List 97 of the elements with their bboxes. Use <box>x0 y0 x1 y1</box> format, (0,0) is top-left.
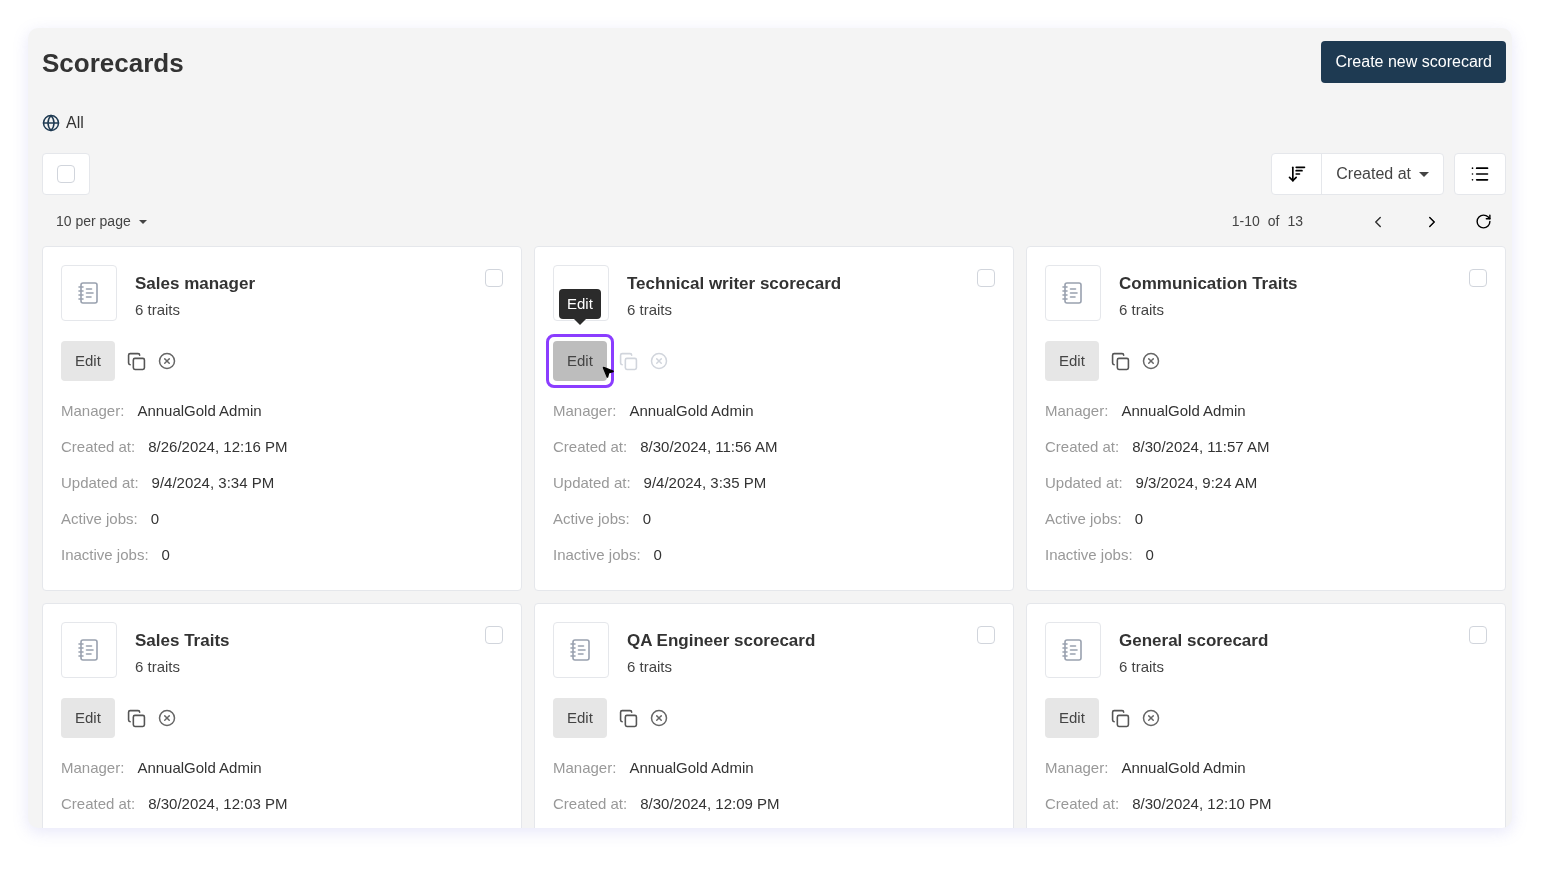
remove-icon[interactable] <box>1141 709 1160 727</box>
notepad-icon <box>569 638 593 662</box>
field-value: 8/26/2024, 12:16 PM <box>148 437 288 457</box>
notepad-icon <box>77 281 101 305</box>
field-label: Manager: <box>553 401 617 421</box>
field-label: Manager: <box>1045 758 1109 778</box>
filter-label[interactable]: All <box>66 111 84 135</box>
notepad-icon <box>1061 281 1085 305</box>
traits-count: 6 traits <box>627 300 673 320</box>
field-value: AnnualGold Admin <box>1121 758 1246 778</box>
list-view-button[interactable] <box>1454 153 1506 195</box>
edit-button[interactable]: Edit <box>553 698 607 738</box>
scorecard-title: Sales Traits <box>135 630 231 652</box>
field-label: Manager: <box>1045 401 1109 421</box>
field-value: 0 <box>642 509 652 529</box>
field-value: 9/4/2024, 3:35 PM <box>643 473 767 493</box>
field-label: Manager: <box>61 401 125 421</box>
field-value: AnnualGold Admin <box>629 401 754 421</box>
field-value: 8/30/2024, 12:03 PM <box>148 794 288 814</box>
field-value: 9/4/2024, 3:34 PM <box>151 473 275 493</box>
field-value: 0 <box>653 545 662 565</box>
create-button[interactable]: Create new scorecard <box>1321 40 1506 83</box>
copy-icon[interactable] <box>126 351 146 371</box>
scorecard-title: QA Engineer scorecard <box>627 630 817 652</box>
edit-button[interactable]: Edit <box>1045 341 1099 381</box>
checkbox[interactable] <box>977 269 995 287</box>
copy-icon[interactable] <box>618 708 638 728</box>
field-value: 8/30/2024, 11:56 AM <box>640 437 778 457</box>
copy-icon[interactable] <box>1110 351 1130 371</box>
cursor-icon <box>601 365 615 379</box>
checkbox[interactable] <box>57 165 75 183</box>
checkbox[interactable] <box>485 269 503 287</box>
traits-count: 6 traits <box>135 300 181 320</box>
field-value: AnnualGold Admin <box>137 758 262 778</box>
field-label: Created at: <box>61 794 136 814</box>
field-value: AnnualGold Admin <box>1121 401 1246 421</box>
page-total: 13 <box>1287 212 1303 231</box>
edit-button[interactable]: Edit <box>61 341 115 381</box>
field-value: 8/30/2024, 12:09 PM <box>640 794 780 814</box>
checkbox[interactable] <box>1469 269 1487 287</box>
remove-icon[interactable] <box>157 709 176 727</box>
field-label: Active jobs: <box>1045 509 1122 529</box>
edit-button[interactable]: Edit <box>553 341 607 381</box>
field-label: Updated at: <box>553 473 631 493</box>
traits-count: 6 traits <box>135 657 181 677</box>
remove-icon[interactable] <box>157 352 176 370</box>
field-value: 0 <box>1134 509 1144 529</box>
field-value: 8/30/2024, 11:57 AM <box>1132 437 1270 457</box>
notepad-icon <box>77 638 101 662</box>
sort-dropdown[interactable]: Created at <box>1322 154 1443 194</box>
sort-icon <box>1286 164 1307 184</box>
refresh-icon[interactable] <box>1475 213 1492 230</box>
field-value: 0 <box>150 509 160 529</box>
notepad-icon <box>1061 638 1085 662</box>
field-value: 8/30/2024, 12:10 PM <box>1132 794 1272 814</box>
remove-icon[interactable] <box>1141 352 1160 370</box>
scorecard-title: General scorecard <box>1119 630 1270 652</box>
checkbox[interactable] <box>977 626 995 644</box>
field-label: Inactive jobs: <box>553 545 641 565</box>
traits-count: 6 traits <box>1119 657 1165 677</box>
field-label: Created at: <box>553 437 628 457</box>
field-label: Inactive jobs: <box>1045 545 1133 565</box>
remove-icon[interactable] <box>649 709 668 727</box>
scorecard-title: Technical writer scorecard <box>627 273 843 295</box>
tooltip: Edit <box>559 289 601 325</box>
field-value: 0 <box>161 545 170 565</box>
field-label: Manager: <box>553 758 617 778</box>
page-of: of <box>1267 212 1280 231</box>
field-value: AnnualGold Admin <box>629 758 754 778</box>
traits-count: 6 traits <box>627 657 673 677</box>
list-icon <box>1470 164 1490 184</box>
per-page-dropdown[interactable]: 10 per page <box>56 211 147 232</box>
copy-icon[interactable] <box>1110 708 1130 728</box>
field-label: Created at: <box>61 437 136 457</box>
page-title: Scorecards <box>42 47 184 80</box>
scorecard-title: Communication Traits <box>1119 273 1299 295</box>
field-value: 0 <box>1145 545 1154 565</box>
field-label: Created at: <box>553 794 628 814</box>
field-label: Updated at: <box>1045 473 1123 493</box>
page-range: 1-10 <box>1231 212 1260 231</box>
field-value: 9/3/2024, 9:24 AM <box>1135 473 1258 493</box>
copy-icon[interactable] <box>126 708 146 728</box>
field-label: Created at: <box>1045 794 1120 814</box>
traits-count: 6 traits <box>1119 300 1165 320</box>
field-label: Updated at: <box>61 473 139 493</box>
field-label: Inactive jobs: <box>61 545 149 565</box>
checkbox[interactable] <box>485 626 503 644</box>
checkbox[interactable] <box>1469 626 1487 644</box>
field-label: Active jobs: <box>61 509 138 529</box>
field-label: Active jobs: <box>553 509 630 529</box>
field-label: Manager: <box>61 758 125 778</box>
field-label: Created at: <box>1045 437 1120 457</box>
globe-icon <box>42 114 60 132</box>
edit-button[interactable]: Edit <box>1045 698 1099 738</box>
field-value: AnnualGold Admin <box>137 401 262 421</box>
edit-button[interactable]: Edit <box>61 698 115 738</box>
scorecard-title: Sales manager <box>135 273 256 295</box>
